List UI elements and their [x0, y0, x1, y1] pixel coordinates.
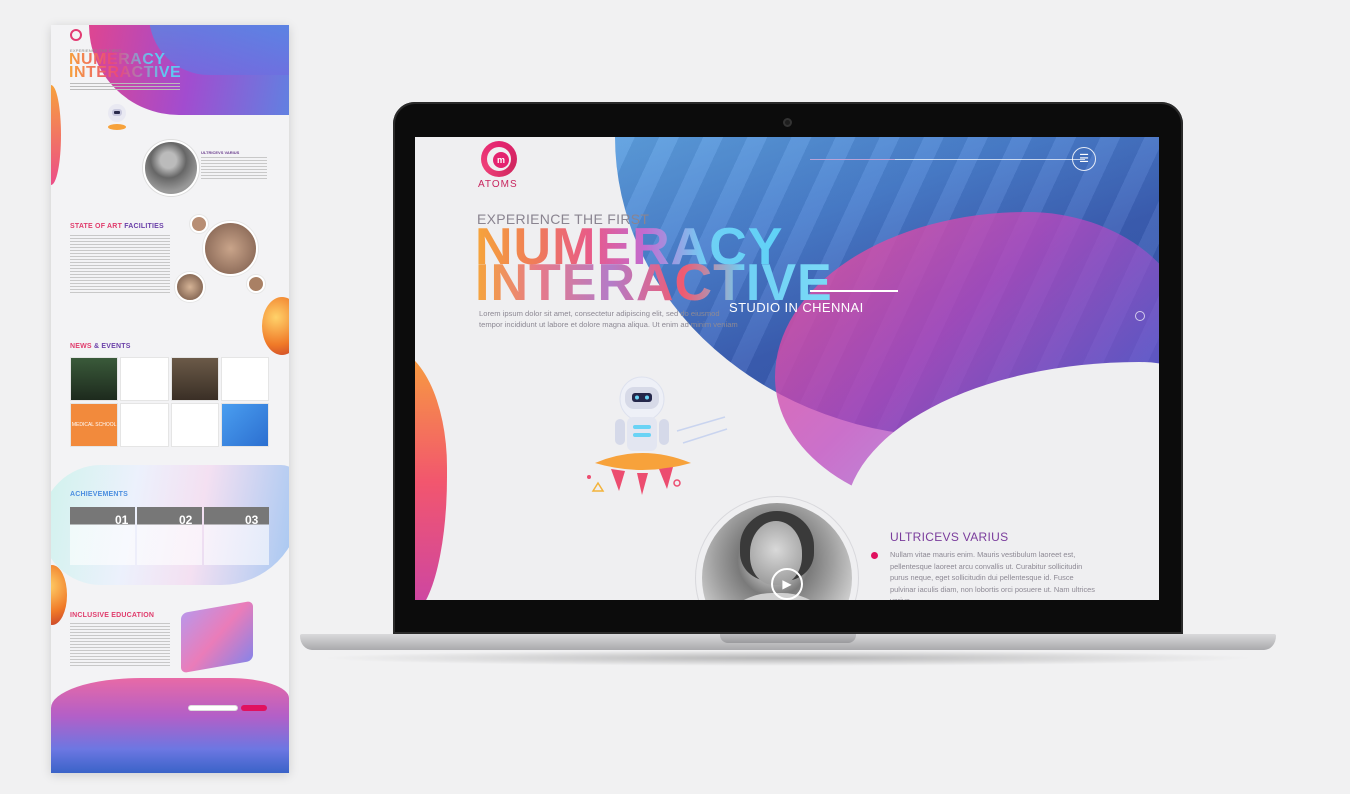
- achievement-number: 01: [115, 513, 129, 527]
- menu-icon: ☰: [1079, 153, 1089, 165]
- hero-subtitle: STUDIO IN CHENNAI: [729, 300, 864, 315]
- facilities-photo: [203, 221, 258, 276]
- news-card[interactable]: [170, 403, 219, 447]
- full-page-preview: EXPERIENCE THE FIRST NUMERACY INTERACTIV…: [51, 25, 289, 773]
- preview-intro-text: [70, 83, 180, 91]
- preview-facilities-heading: STATE OF ART FACILITIES: [70, 223, 164, 230]
- preview-inclusive-heading: INCLUSIVE EDUCATION: [70, 612, 155, 619]
- camera-icon: [783, 118, 792, 127]
- achievement-card[interactable]: [204, 507, 269, 565]
- facilities-thumb: [190, 215, 208, 233]
- subscribe-button[interactable]: [241, 705, 267, 711]
- left-gradient-blob: [415, 347, 447, 600]
- section-body: Nullam vitae mauris enim. Mauris vestibu…: [890, 550, 1095, 600]
- logo-letter: m: [493, 152, 509, 168]
- achievement-number: 02: [179, 513, 193, 527]
- news-image[interactable]: [70, 357, 119, 401]
- robot-icon: [108, 104, 126, 130]
- menu-button[interactable]: ☰: [1072, 147, 1096, 171]
- news-card[interactable]: [220, 357, 269, 401]
- subscribe-input[interactable]: [188, 705, 238, 711]
- robot-icon: [587, 376, 728, 495]
- side-blob: [51, 85, 61, 185]
- nav-divider: [895, 159, 1085, 160]
- facilities-thumb: [175, 272, 205, 302]
- nav-divider: [810, 159, 895, 160]
- news-card[interactable]: [120, 403, 169, 447]
- play-button[interactable]: ▶: [771, 568, 803, 600]
- planet-decoration: [51, 565, 67, 625]
- achievement-number: 03: [245, 513, 259, 527]
- news-image[interactable]: [220, 403, 269, 447]
- planet-decoration: [262, 297, 289, 355]
- logo-text[interactable]: ATOMS: [478, 179, 518, 190]
- preview-footer: [51, 678, 289, 773]
- achievements-row: [70, 507, 269, 565]
- news-grid: MEDICAL SCHOOL: [70, 357, 269, 447]
- preview-inclusive-text: [70, 623, 170, 667]
- preview-achievements-heading: ACHIEVEMENTS: [70, 491, 129, 498]
- classroom-illustration: [181, 600, 253, 674]
- laptop-screen: ☰ m ATOMS EXPERIENCE THE FIRST NUMERACY …: [415, 137, 1159, 600]
- play-icon: ▶: [782, 577, 792, 591]
- news-image[interactable]: [170, 357, 219, 401]
- section-dot: [871, 552, 878, 559]
- hero-title-line2: INTERACTIVE: [475, 254, 833, 312]
- slider-dot[interactable]: [1135, 311, 1145, 321]
- section-title: ULTRICEVS VARIUS: [890, 530, 1009, 544]
- preview-ultricevs-text: [201, 157, 267, 181]
- preview-ultricevs-heading: ULTRICEVS VARIUS: [201, 150, 240, 155]
- preview-facilities-text: [70, 235, 170, 295]
- preview-title-line2: INTERACTIVE: [69, 64, 182, 81]
- preview-news-heading: NEWS & EVENTS: [70, 343, 131, 350]
- student-photo: [143, 140, 199, 196]
- laptop-notch: [720, 634, 856, 643]
- hero-intro-text: Lorem ipsum dolor sit amet, consectetur …: [479, 309, 738, 329]
- laptop-shadow: [318, 650, 1258, 666]
- facilities-thumb: [247, 275, 265, 293]
- logo-icon: [70, 29, 82, 41]
- news-image[interactable]: MEDICAL SCHOOL: [70, 403, 119, 447]
- title-underline: [810, 290, 898, 292]
- news-card[interactable]: [120, 357, 169, 401]
